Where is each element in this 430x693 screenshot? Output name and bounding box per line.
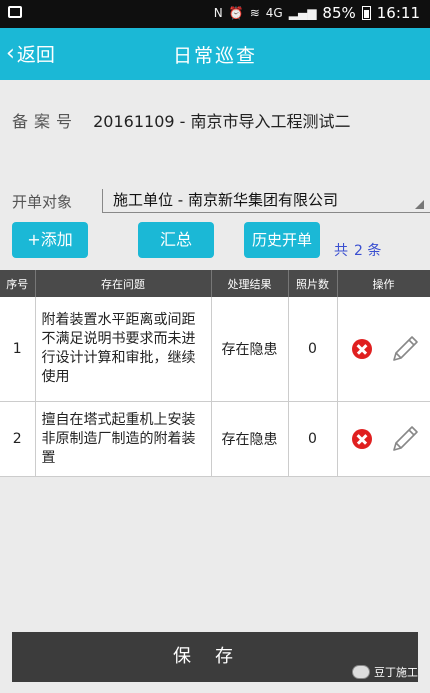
network-type: 4G <box>265 6 283 20</box>
row-number: 1 <box>0 297 36 402</box>
row-result: 存在隐患 <box>211 401 289 477</box>
status-icons: N ⏰ ≋ 4G ▂▄▆ 85% 16:11 <box>214 4 420 22</box>
count-suffix: 条 <box>367 243 382 259</box>
app-bar: ‹ 返回 日常巡查 <box>0 28 430 80</box>
row-issue: 附着装置水平距离或间距不满足说明书要求而未进行设计计算和审批，继续使用 <box>35 297 212 402</box>
pencil-icon[interactable] <box>388 332 422 366</box>
battery-icon <box>361 6 371 20</box>
signal-icon: ▂▄▆ <box>288 6 317 20</box>
screenshot-icon <box>8 6 22 18</box>
target-label: 开单对象 <box>12 193 73 211</box>
wechat-icon <box>352 665 370 679</box>
wifi-icon: ≋ <box>249 6 260 20</box>
battery-percent: 85% <box>322 4 356 22</box>
count-value: 2 <box>354 243 363 259</box>
record-number-row: 备案号 20161109 - 南京市导入工程测试二 <box>12 108 351 132</box>
row-issue: 擅自在塔式起重机上安装非原制造厂制造的附着装置 <box>35 401 212 477</box>
target-select[interactable]: 施工单位 - 南京新华集团有限公司 <box>102 189 430 213</box>
header-no: 序号 <box>0 270 36 297</box>
nfc-icon: N <box>213 6 223 20</box>
pencil-icon[interactable] <box>388 422 422 456</box>
alarm-icon: ⏰ <box>228 6 244 20</box>
table-row[interactable]: 1 附着装置水平距离或间距不满足说明书要求而未进行设计计算和审批，继续使用 存在… <box>0 297 430 402</box>
issues-table: 序号 存在问题 处理结果 照片数 操作 1 附着装置水平距离或间距不满足说明书要… <box>0 270 430 477</box>
row-photo-count: 0 <box>288 401 338 477</box>
target-selected-value: 施工单位 - 南京新华集团有限公司 <box>113 191 338 209</box>
row-number: 2 <box>0 401 36 477</box>
target-row: 开单对象 施工单位 - 南京新华集团有限公司 <box>12 189 430 215</box>
add-button[interactable]: +添加 <box>12 222 88 258</box>
row-actions <box>337 297 430 402</box>
table-header-row: 序号 存在问题 处理结果 照片数 操作 <box>0 270 430 297</box>
status-bar: N ⏰ ≋ 4G ▂▄▆ 85% 16:11 <box>0 0 430 28</box>
header-actions: 操作 <box>337 270 430 297</box>
table-row[interactable]: 2 擅自在塔式起重机上安装非原制造厂制造的附着装置 存在隐患 0 <box>0 401 430 477</box>
header-issue: 存在问题 <box>35 270 212 297</box>
count-prefix: 共 <box>334 243 348 259</box>
row-actions <box>337 401 430 477</box>
record-count: 共2 条 <box>334 240 381 260</box>
header-photos: 照片数 <box>288 270 338 297</box>
dropdown-icon <box>415 200 424 209</box>
history-orders-button[interactable]: 历史开单 <box>244 222 320 258</box>
delete-icon[interactable] <box>351 429 372 449</box>
clock: 16:11 <box>376 4 420 22</box>
summary-button[interactable]: 汇总 <box>138 222 214 258</box>
watermark-text: 豆丁施工 <box>374 666 418 679</box>
row-photo-count: 0 <box>288 297 338 402</box>
record-number-label: 备案号 <box>12 112 79 131</box>
header-result: 处理结果 <box>211 270 289 297</box>
page-title: 日常巡查 <box>172 45 257 67</box>
record-number-value: 20161109 - 南京市导入工程测试二 <box>93 112 351 131</box>
row-result: 存在隐患 <box>211 297 289 402</box>
delete-icon[interactable] <box>351 339 372 359</box>
watermark: 豆丁施工 <box>352 664 418 680</box>
